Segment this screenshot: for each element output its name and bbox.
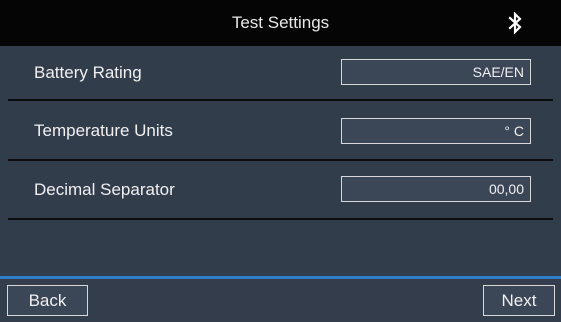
- row-divider: [8, 218, 553, 220]
- test-settings-screen: Test Settings Battery Rating SAE/EN Temp…: [0, 0, 561, 322]
- decimal-separator-field[interactable]: 00,00: [341, 176, 531, 202]
- setting-label: Temperature Units: [34, 121, 173, 140]
- row-divider: [8, 99, 553, 101]
- setting-row-temperature-units: Temperature Units ° C: [8, 104, 553, 158]
- setting-label: Battery Rating: [34, 63, 142, 82]
- setting-row-battery-rating: Battery Rating SAE/EN: [8, 46, 553, 100]
- page-title: Test Settings: [231, 13, 330, 32]
- footer-bar: Back Next: [0, 279, 561, 322]
- back-button[interactable]: Back: [7, 285, 88, 316]
- next-button[interactable]: Next: [483, 285, 555, 316]
- row-divider: [8, 159, 553, 161]
- header-bar: Test Settings: [0, 0, 561, 46]
- setting-label: Decimal Separator: [34, 180, 175, 199]
- setting-row-decimal-separator: Decimal Separator 00,00: [8, 163, 553, 217]
- battery-rating-field[interactable]: SAE/EN: [341, 59, 531, 85]
- temperature-units-field[interactable]: ° C: [341, 118, 531, 144]
- bluetooth-icon: [508, 12, 522, 34]
